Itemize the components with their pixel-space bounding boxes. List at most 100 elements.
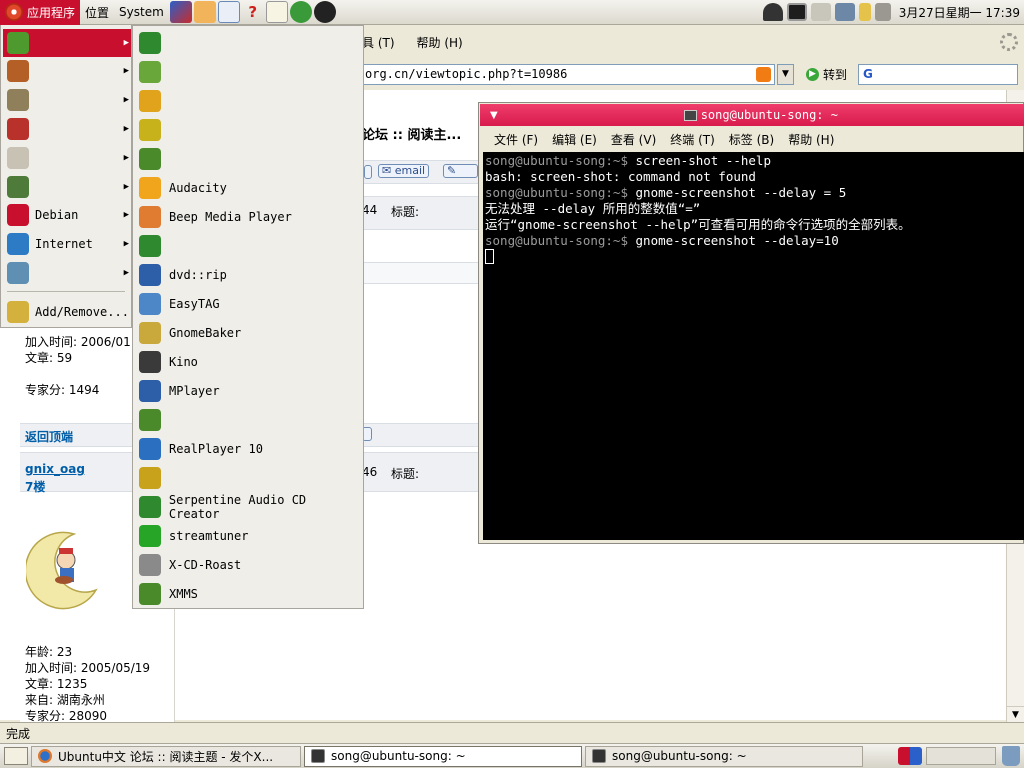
mail-launcher-icon[interactable]	[217, 1, 240, 23]
terminal-text: 无法处理 --delay 所用的整数值“=”	[485, 201, 701, 216]
app-menu-item[interactable]: streamtuner	[137, 522, 363, 550]
posts-count-2: 文章: 1235	[25, 677, 88, 691]
app-menu-item[interactable]: Kino	[137, 348, 363, 376]
internet-icon	[7, 233, 29, 255]
submenu-arrow-icon: ▶	[123, 124, 129, 134]
app-menu-item[interactable]: Beep Media Player	[137, 203, 363, 231]
app-menu-item[interactable]: dvd::rip	[137, 261, 363, 289]
clock[interactable]: 3月27日星期一 17:39	[899, 4, 1020, 21]
go-arrow-icon: ▶	[806, 68, 819, 81]
app-menu-item[interactable]: GnomeBaker	[137, 319, 363, 347]
xmms-icon	[139, 583, 161, 605]
app-menu-item[interactable]	[137, 58, 363, 86]
age-2: 年龄: 23	[25, 645, 73, 659]
terminal-prompt: song@ubuntu-song:~$	[485, 185, 628, 200]
terminal-title: song@ubuntu-song: ~	[498, 108, 1024, 122]
taskbar-terminal-2[interactable]: song@ubuntu-song: ~	[585, 745, 863, 767]
taskbar-terminal-1-label: song@ubuntu-song: ~	[331, 749, 466, 763]
menu-tools[interactable]: 具 (T)	[362, 34, 395, 51]
qq-launcher-icon[interactable]	[313, 1, 336, 23]
system-tools-icon	[7, 118, 29, 140]
gaim-launcher-icon[interactable]	[193, 1, 216, 23]
post2-username-link[interactable]: gnix_oag	[25, 462, 85, 476]
category-item[interactable]: ▶	[3, 57, 131, 85]
app-menu-item[interactable]: Serpentine Audio CD Creator	[137, 493, 363, 521]
category-item[interactable]: ▶	[3, 86, 131, 114]
realplayer-icon	[139, 438, 161, 460]
menu-help[interactable]: 帮助 (H)	[417, 34, 463, 51]
terminal-prompt: song@ubuntu-song:~$	[485, 233, 628, 248]
app-menu-item[interactable]	[137, 145, 363, 173]
terminal-menu-help[interactable]: 帮助 (H)	[788, 131, 834, 148]
help-launcher-icon[interactable]: ?	[242, 1, 264, 23]
applications-menu[interactable]: 应用程序	[0, 0, 81, 25]
terminal-menu-file[interactable]: 文件 (F)	[494, 131, 538, 148]
windows-icon[interactable]	[834, 3, 855, 21]
cd-player-icon	[139, 32, 161, 54]
browser-launcher-icon[interactable]	[169, 1, 192, 23]
keyboard-icon[interactable]	[810, 3, 831, 21]
category-item[interactable]: ▶	[3, 115, 131, 143]
category-item[interactable]: ▶	[3, 144, 131, 172]
power-icon[interactable]	[858, 3, 871, 21]
terminal-text: bash: screen-shot: command not found	[485, 169, 756, 184]
app-menu-item[interactable]: Audacity	[137, 174, 363, 202]
app-menu-item[interactable]: X-CD-Roast	[137, 551, 363, 579]
url-dropdown-button[interactable]: ▼	[777, 64, 794, 85]
taskbar-firefox[interactable]: Ubuntu中文 论坛 :: 阅读主题 - 发个X...	[31, 745, 301, 767]
forum-title[interactable]: 论坛 :: 阅读主...	[362, 124, 461, 143]
trash-icon[interactable]	[1002, 746, 1020, 766]
terminal-menu-tabs[interactable]: 标签 (B)	[729, 131, 774, 148]
app-menu-item[interactable]: XMMS	[137, 580, 363, 608]
workspace-switcher-icon[interactable]	[898, 747, 922, 765]
terminal-command: gnome-screenshot --delay=10	[628, 233, 839, 248]
app-menu-item[interactable]: MPlayer	[137, 377, 363, 405]
editor-launcher-icon[interactable]	[265, 1, 288, 23]
profile-button[interactable]	[364, 165, 372, 179]
terminal-titlebar[interactable]: ▼ song@ubuntu-song: ~	[480, 104, 1024, 126]
go-button[interactable]: ▶ 转到	[806, 64, 847, 85]
terminal-menu-edit[interactable]: 编辑 (E)	[552, 131, 597, 148]
scroll-down-icon[interactable]: ▼	[1007, 706, 1024, 722]
taskbar-terminal-1[interactable]: song@ubuntu-song: ~	[304, 745, 582, 767]
app-menu-item[interactable]	[137, 406, 363, 434]
terminal-menu-view[interactable]: 查看 (V)	[611, 131, 656, 148]
app-menu-item[interactable]: RealPlayer 10	[137, 435, 363, 463]
category-item[interactable]: Internet ▶	[3, 230, 131, 258]
terminal-output[interactable]: song@ubuntu-song:~$ screen-shot --help b…	[483, 152, 1024, 540]
terminal-menu-terminal[interactable]: 终端 (T)	[670, 131, 715, 148]
rss-icon[interactable]	[756, 67, 771, 82]
back-to-top-link[interactable]: 返回顶端	[25, 428, 73, 445]
system-menu[interactable]: System	[114, 0, 169, 25]
search-input[interactable]: G	[858, 64, 1018, 85]
category-item[interactable]: ▶	[3, 29, 131, 57]
game-launcher-icon[interactable]	[289, 1, 312, 23]
posts-count-1: 文章: 59	[25, 351, 73, 365]
window-menu-icon[interactable]: ▼	[490, 110, 498, 121]
category-item[interactable]: Add/Remove...	[3, 298, 131, 326]
email-button[interactable]: ✉ email	[378, 164, 430, 178]
places-menu[interactable]: 位置	[80, 0, 114, 25]
category-item[interactable]: Debian ▶	[3, 201, 131, 229]
app-menu-item[interactable]	[137, 116, 363, 144]
web-button-label: wer	[447, 176, 467, 178]
volume-icon[interactable]	[874, 3, 891, 21]
app-menu-item[interactable]	[137, 29, 363, 57]
app-menu-item[interactable]	[137, 464, 363, 492]
screen-icon[interactable]	[786, 3, 807, 21]
web-button[interactable]: ✎ wer	[443, 164, 478, 178]
app-menu-item[interactable]: EasyTAG	[137, 290, 363, 318]
show-desktop-icon[interactable]	[4, 747, 28, 765]
category-item[interactable]: ▶	[3, 259, 131, 287]
accessories-icon	[7, 32, 29, 54]
expert-score-1: 专家分: 1494	[25, 383, 100, 397]
category-item[interactable]: ▶	[3, 173, 131, 201]
url-input[interactable]: org.cn/viewtopic.php?t=10986	[360, 64, 775, 85]
app-menu-item[interactable]	[137, 87, 363, 115]
terminal-menubar: 文件 (F) 编辑 (E) 查看 (V) 终端 (T) 标签 (B) 帮助 (H…	[480, 127, 1024, 151]
app-menu-item[interactable]	[137, 232, 363, 260]
network-icon[interactable]	[762, 3, 783, 21]
cd-icon	[139, 235, 161, 257]
workspace-switcher[interactable]	[926, 747, 996, 765]
sound-video-submenu: Audacity Beep Media Playerdvd::rip EasyTAG…	[132, 25, 364, 609]
